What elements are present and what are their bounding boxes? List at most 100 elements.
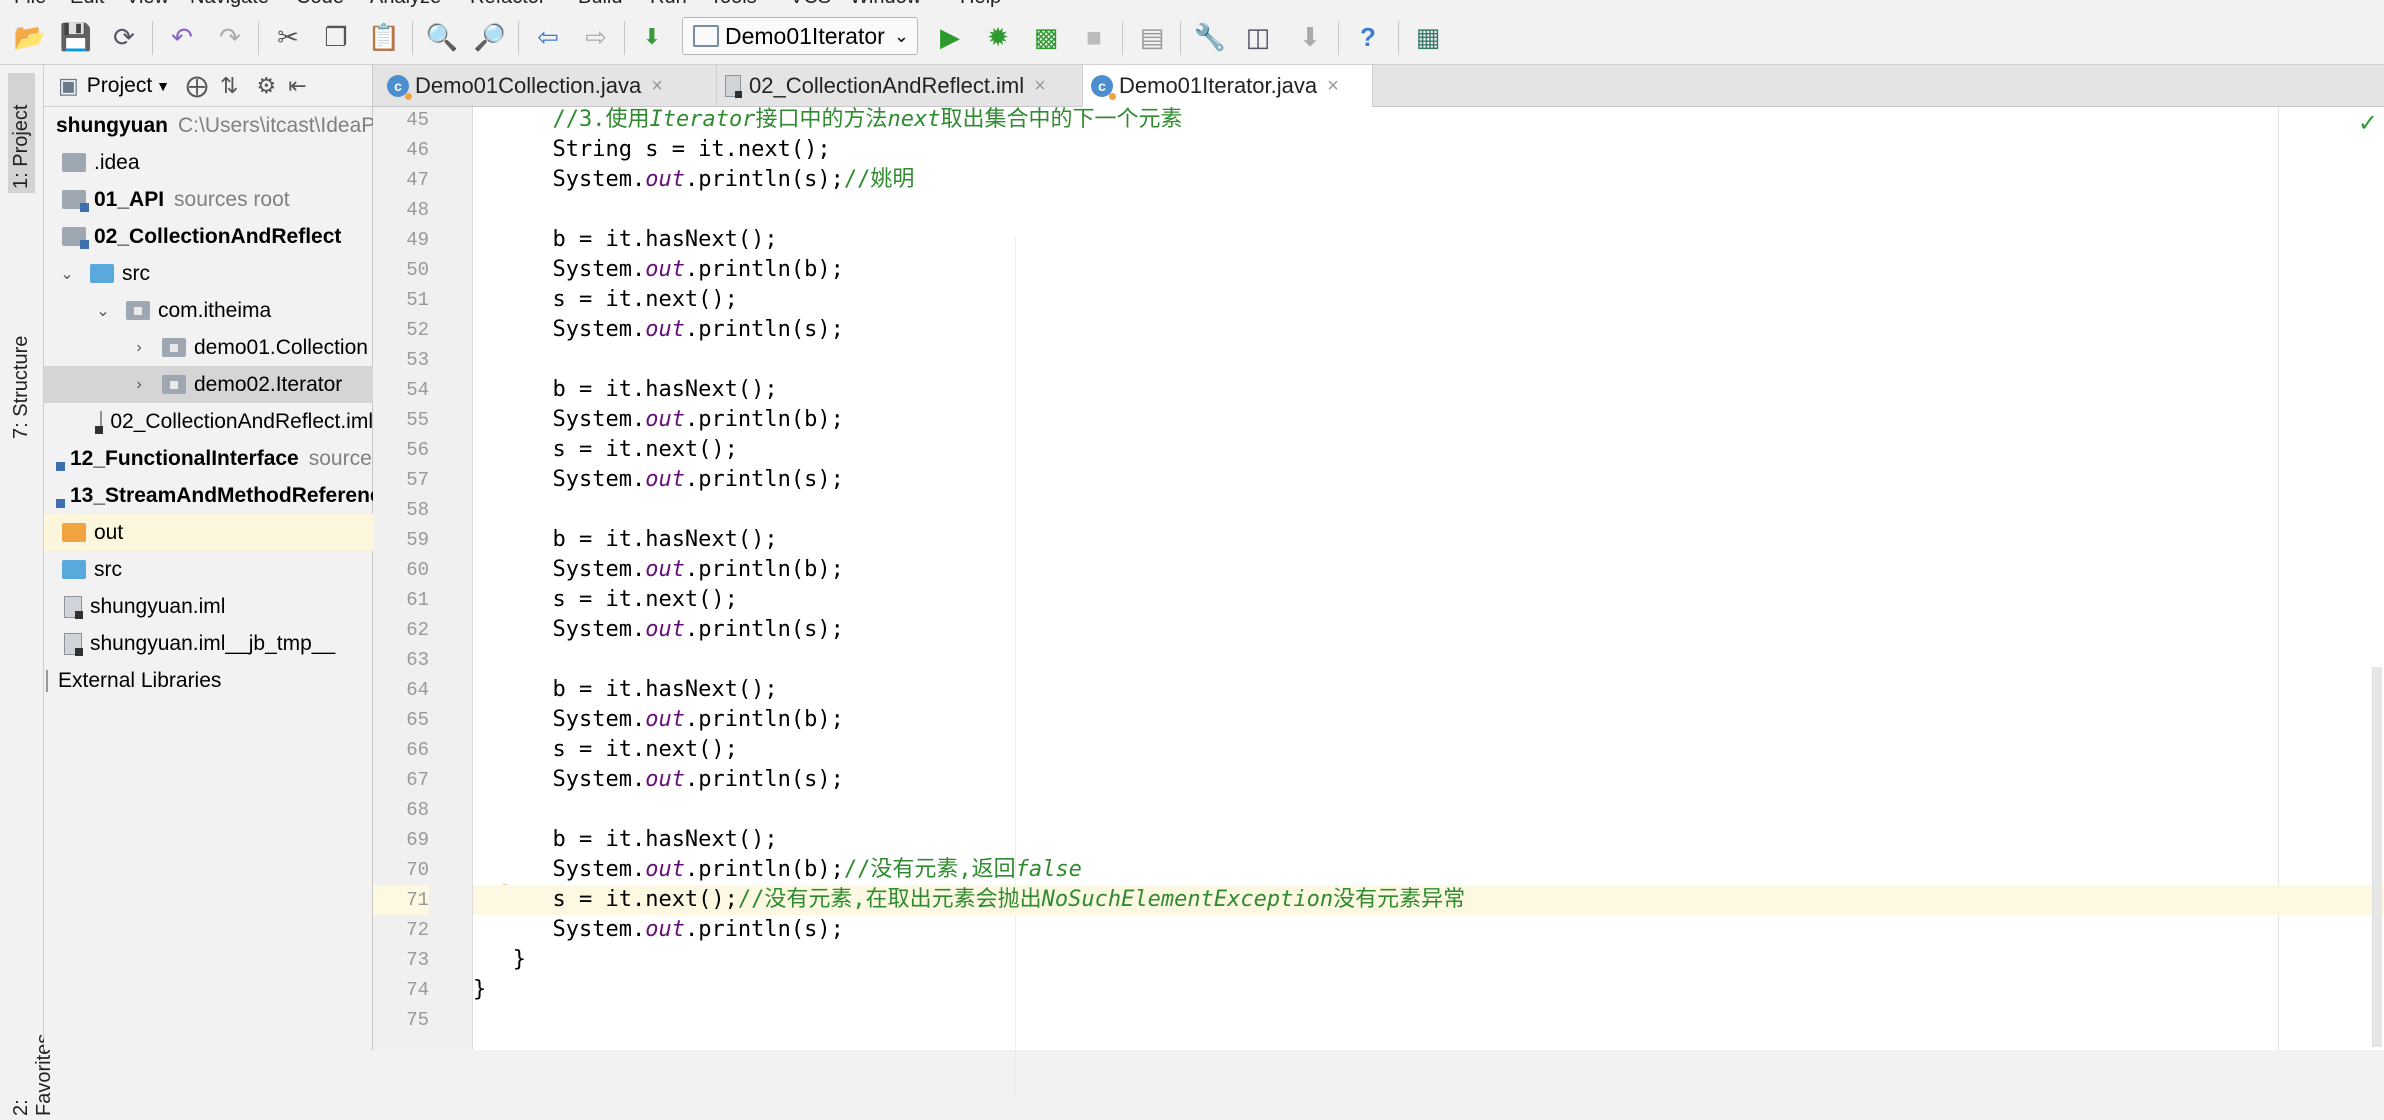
application-config-icon bbox=[693, 25, 719, 47]
menu-tools[interactable]: Tools bbox=[710, 0, 757, 9]
tab-collection-and-reflect-iml[interactable]: 02_CollectionAndReflect.iml × bbox=[717, 65, 1083, 107]
code-text: .println(b); bbox=[684, 707, 844, 732]
paste-icon[interactable]: 📋 bbox=[366, 19, 402, 55]
tab-demo01-iterator[interactable]: c Demo01Iterator.java × bbox=[1083, 65, 1373, 107]
tree-item-note: sources root bbox=[308, 446, 373, 470]
code-text: .println(s); bbox=[684, 317, 844, 342]
tab-demo01-collection[interactable]: c Demo01Collection.java × bbox=[379, 65, 717, 107]
code-line-55: System.out.println(b); bbox=[473, 405, 2384, 435]
menu-refactor[interactable]: Refactor bbox=[470, 0, 546, 9]
code-text: System. bbox=[552, 617, 646, 642]
project-structure-icon[interactable]: ▤ bbox=[1134, 19, 1170, 55]
menu-analyze[interactable]: Analyze bbox=[370, 0, 441, 9]
cut-icon[interactable]: ✂ bbox=[270, 19, 306, 55]
back-icon[interactable]: ⇦ bbox=[530, 19, 566, 55]
code-area[interactable]: //3.使用Iterator接口中的方法next取出集合中的下一个元素 Stri… bbox=[473, 107, 2384, 1097]
menu-vcs[interactable]: VCS bbox=[790, 0, 831, 9]
code-line-62: System.out.println(s); bbox=[473, 615, 2384, 645]
structure-tool-tab[interactable]: 7: Structure bbox=[8, 293, 35, 443]
menu-build[interactable]: Build bbox=[578, 0, 622, 9]
favorites-tool-tab[interactable]: 2: Favorites bbox=[8, 1034, 58, 1120]
tree-item-demo02-iterator[interactable]: › demo02.Iterator bbox=[44, 366, 373, 403]
code-line-72: System.out.println(s); bbox=[473, 915, 2384, 945]
tree-item-external-libraries[interactable]: External Libraries bbox=[44, 662, 373, 699]
tree-item-out[interactable]: out bbox=[44, 514, 373, 551]
tree-item-02-collection-and-reflect[interactable]: 02_CollectionAndReflect bbox=[44, 218, 373, 255]
chevron-right-icon[interactable]: › bbox=[128, 339, 150, 357]
tree-item-idea[interactable]: .idea bbox=[44, 144, 373, 181]
tree-item-root[interactable]: shungyuan C:\Users\itcast\IdeaProjects\s… bbox=[44, 107, 373, 144]
tree-item-13-stream[interactable]: 13_StreamAndMethodReference bbox=[44, 477, 373, 514]
tree-item-src[interactable]: ⌄ src bbox=[44, 255, 373, 292]
tree-item-12-functional-interface[interactable]: 12_FunctionalInterface sources root bbox=[44, 440, 373, 477]
chevron-down-icon[interactable]: ⌄ bbox=[56, 264, 78, 284]
chevron-right-icon[interactable]: › bbox=[128, 376, 150, 394]
help-icon[interactable]: ? bbox=[1350, 19, 1386, 55]
code-text: String s = it.next(); bbox=[552, 137, 831, 162]
redo-icon[interactable]: ↷ bbox=[212, 19, 248, 55]
menu-navigate[interactable]: Navigate bbox=[190, 0, 269, 9]
run-configuration-select[interactable]: Demo01Iterator ⌄ bbox=[682, 17, 918, 55]
code-text: s = it.next(); bbox=[552, 437, 738, 462]
close-icon[interactable]: × bbox=[1327, 75, 1339, 98]
menu-view[interactable]: View bbox=[126, 0, 169, 9]
menu-edit[interactable]: Edit bbox=[70, 0, 104, 9]
sync-icon[interactable]: ⟳ bbox=[106, 19, 142, 55]
line-number: 68 bbox=[406, 799, 429, 821]
tree-item-src-root[interactable]: src bbox=[44, 551, 373, 588]
code-line-74: } bbox=[473, 975, 2384, 1005]
code-text: System. bbox=[552, 257, 646, 282]
menu-window[interactable]: Window bbox=[850, 0, 921, 9]
tree-item-01-api[interactable]: 01_API sources root bbox=[44, 181, 373, 218]
tree-item-com-itheima[interactable]: ⌄ com.itheima bbox=[44, 292, 373, 329]
code-field: out bbox=[645, 857, 685, 882]
code-editor[interactable]: 45 46 47 48 49 50 51 52 53 54 55 56 57 5… bbox=[373, 107, 2384, 1097]
find-icon[interactable]: 🔍 bbox=[424, 19, 460, 55]
build-icon[interactable]: ⬇ bbox=[634, 19, 670, 55]
chevron-down-icon[interactable]: ⌄ bbox=[92, 301, 114, 321]
tree-item-02-collection-iml[interactable]: 02_CollectionAndReflect.iml bbox=[44, 403, 373, 440]
line-number: 47 bbox=[406, 169, 429, 191]
menu-help[interactable]: Help bbox=[960, 0, 1001, 9]
tree-item-shungyuan-iml[interactable]: shungyuan.iml bbox=[44, 588, 373, 625]
structure-icon[interactable]: ▦ bbox=[1410, 19, 1446, 55]
project-view-select[interactable]: Project bbox=[87, 74, 152, 98]
menu-run[interactable]: Run bbox=[650, 0, 687, 9]
close-icon[interactable]: × bbox=[651, 75, 663, 98]
code-text: s = it.next(); bbox=[552, 287, 738, 312]
collapse-all-icon[interactable]: ⇅ bbox=[220, 73, 238, 99]
close-icon[interactable]: × bbox=[1034, 75, 1046, 98]
code-line-51: s = it.next(); bbox=[473, 285, 2384, 315]
settings-icon[interactable]: 🔧 bbox=[1192, 19, 1228, 55]
gear-icon[interactable]: ⚙ bbox=[256, 73, 276, 99]
target-icon[interactable]: ⨁ bbox=[186, 73, 208, 99]
copy-icon[interactable]: ❐ bbox=[318, 19, 354, 55]
forward-icon[interactable]: ⇨ bbox=[578, 19, 614, 55]
iml-file-icon bbox=[94, 410, 104, 434]
debug-icon[interactable]: ✹ bbox=[980, 19, 1016, 55]
open-icon[interactable]: 📂 bbox=[12, 19, 48, 55]
replace-icon[interactable]: 🔎 bbox=[472, 19, 508, 55]
tree-item-demo01-collection[interactable]: › demo01.Collection bbox=[44, 329, 373, 366]
tree-item-shungyuan-iml-tmp[interactable]: shungyuan.iml__jb_tmp__ bbox=[44, 625, 373, 662]
vertical-scrollbar[interactable] bbox=[2372, 667, 2382, 1047]
vcs-icon[interactable]: ⬇ bbox=[1292, 19, 1328, 55]
coverage-icon[interactable]: ▩ bbox=[1028, 19, 1064, 55]
sdk-icon[interactable]: ◫ bbox=[1240, 19, 1276, 55]
hide-panel-icon[interactable]: ⇤ bbox=[288, 73, 306, 99]
menu-file[interactable]: File bbox=[14, 0, 46, 9]
run-configuration-label: Demo01Iterator bbox=[725, 22, 885, 49]
project-tool-tab[interactable]: 1: Project bbox=[8, 73, 35, 193]
package-icon bbox=[162, 338, 186, 357]
undo-icon[interactable]: ↶ bbox=[164, 19, 200, 55]
save-icon[interactable]: 💾 bbox=[58, 19, 94, 55]
left-tool-stripe: 1: Project 7: Structure 2: Favorites bbox=[0, 65, 55, 1116]
code-comment: //3.使用 bbox=[552, 107, 650, 132]
run-icon[interactable]: ▶ bbox=[932, 19, 968, 55]
stop-icon[interactable]: ■ bbox=[1076, 19, 1112, 55]
menu-code[interactable]: Code bbox=[296, 0, 344, 9]
code-line-57: System.out.println(s); bbox=[473, 465, 2384, 495]
source-folder-icon bbox=[90, 264, 114, 283]
toolbar-separator bbox=[1180, 21, 1181, 55]
code-field: out bbox=[645, 767, 685, 792]
